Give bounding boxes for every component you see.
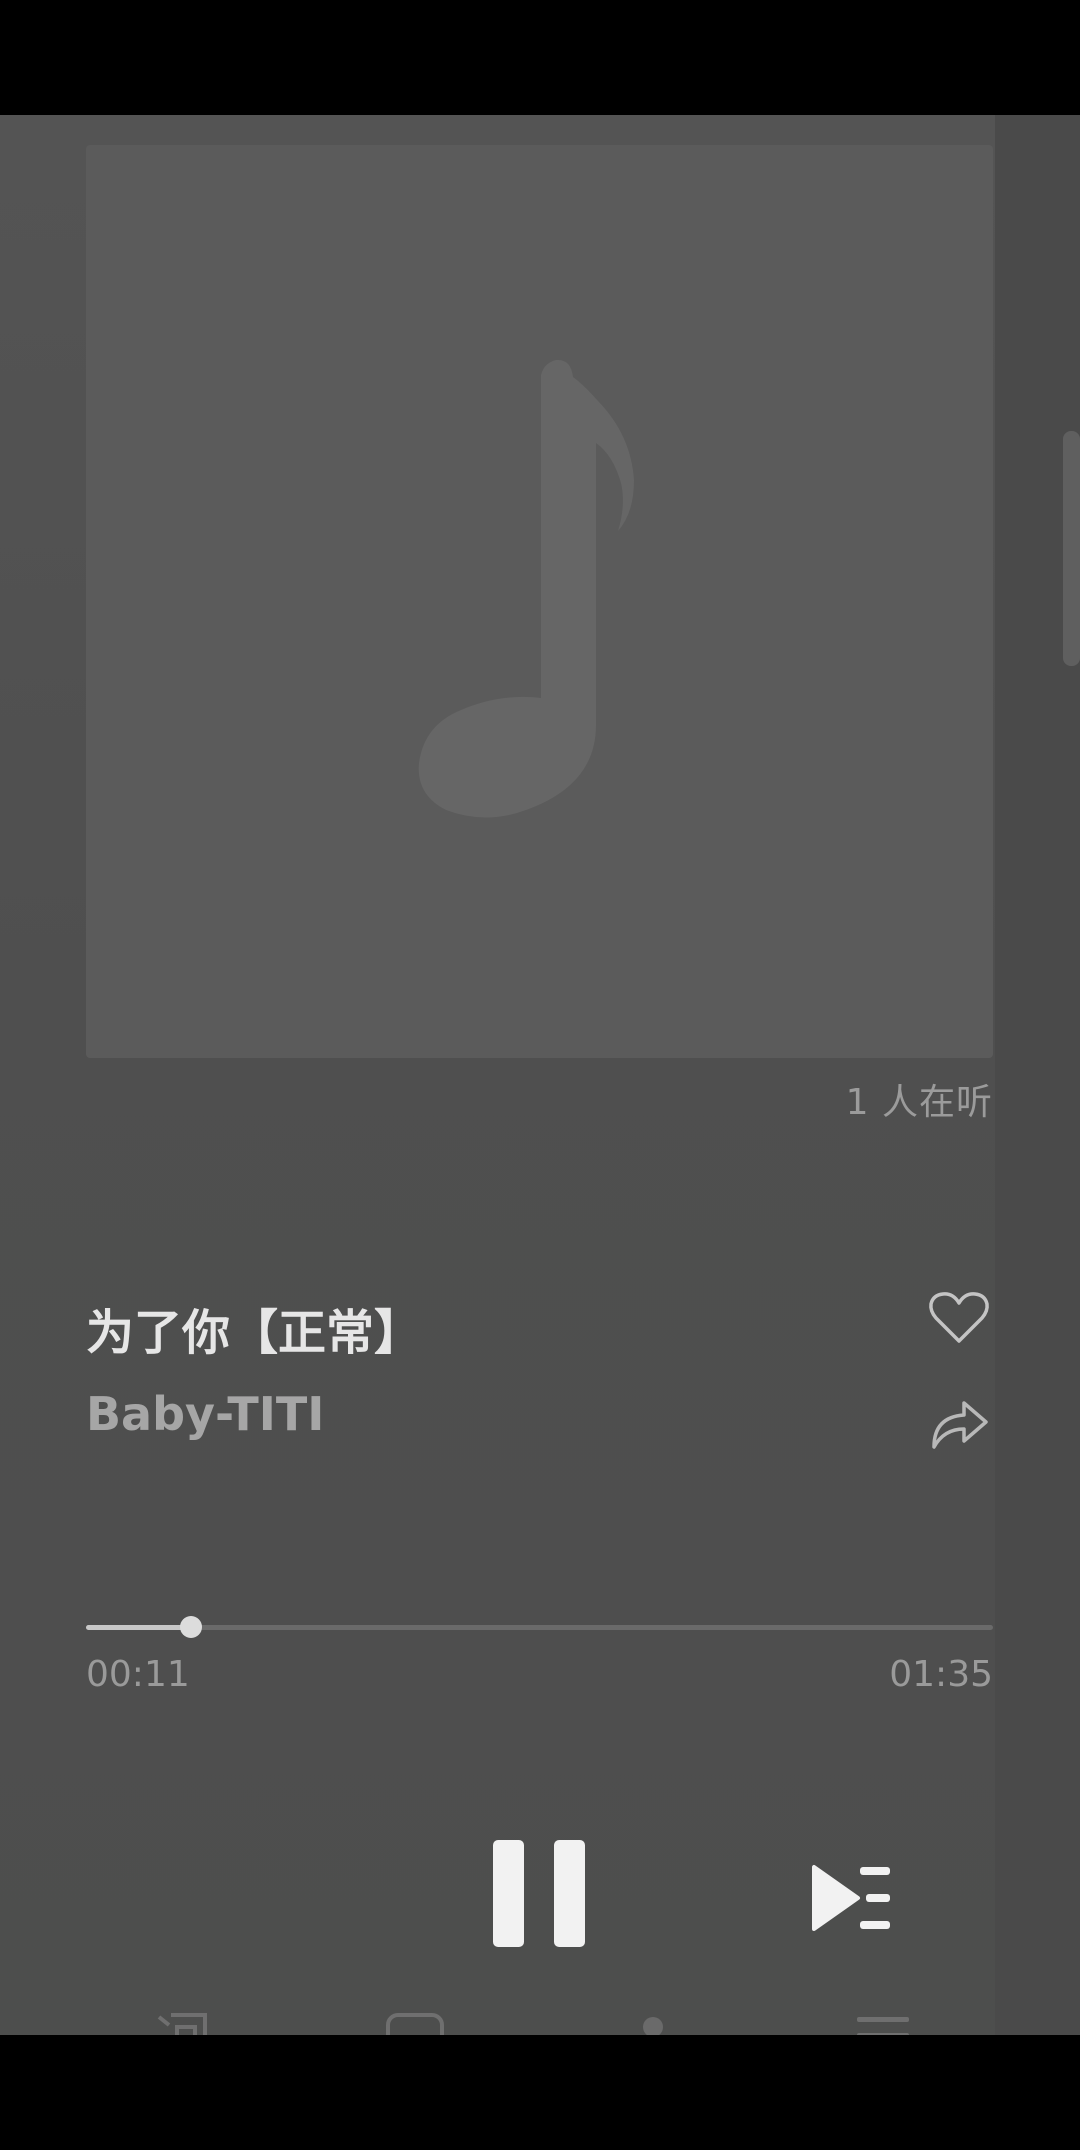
music-note-icon <box>418 360 634 818</box>
song-title: 为了你【正常】 <box>86 1305 423 1361</box>
lyrics-icon <box>157 2013 207 2035</box>
listener-count: 1 人在听 <box>845 1082 993 1123</box>
nav-tab-playlist[interactable] <box>855 2005 911 2035</box>
play-next-icon <box>812 1865 890 1931</box>
pause-button[interactable] <box>490 1840 590 1955</box>
total-time: 01:35 <box>889 1654 993 1695</box>
player-panel: 1 人在听 为了你【正常】 Baby-TITI 00:11 01:35 <box>0 115 1080 2035</box>
album-artwork <box>86 145 993 1058</box>
playlist-icon <box>857 2017 909 2035</box>
device-icon <box>386 2013 444 2035</box>
share-arrow-icon <box>932 1401 988 1449</box>
navigation-bar-area <box>0 2035 1080 2150</box>
artist-name[interactable]: Baby-TITI <box>86 1387 324 1441</box>
status-bar-area <box>0 0 1080 115</box>
share-button[interactable] <box>928 1395 990 1451</box>
heart-icon <box>929 1292 989 1343</box>
nav-tab-device[interactable] <box>385 2005 445 2035</box>
progress-thumb[interactable] <box>180 1616 202 1638</box>
current-time: 00:11 <box>86 1654 190 1695</box>
bottom-nav <box>0 2005 1080 2035</box>
progress-fill <box>86 1625 191 1630</box>
side-panel-handle[interactable] <box>1063 431 1080 666</box>
like-button[interactable] <box>928 1290 990 1346</box>
user-icon <box>643 2017 663 2035</box>
progress-bar[interactable] <box>86 1616 993 1638</box>
play-next-button[interactable] <box>810 1863 894 1933</box>
side-panel-edge <box>995 115 1080 2035</box>
nav-tab-lyrics[interactable] <box>155 2005 211 2035</box>
nav-tab-user[interactable] <box>635 2005 671 2035</box>
app-screen: 1 人在听 为了你【正常】 Baby-TITI 00:11 01:35 <box>0 0 1080 2150</box>
